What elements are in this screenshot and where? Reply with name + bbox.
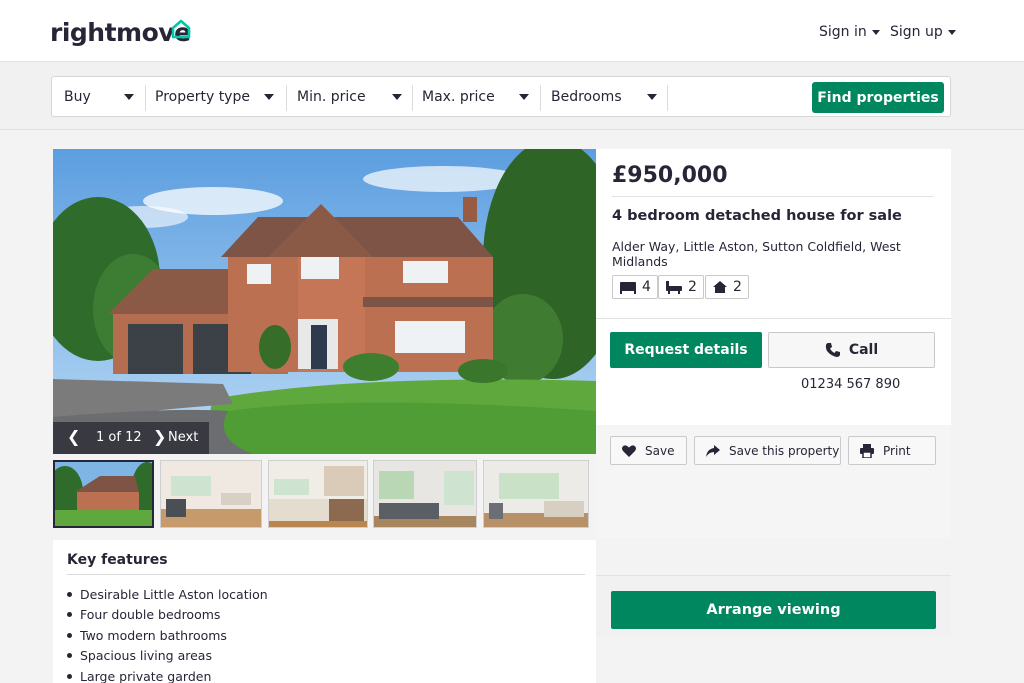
divider	[596, 318, 951, 319]
chevron-left-icon[interactable]: ❮	[67, 427, 80, 446]
phone-icon	[825, 343, 840, 357]
sign-up-label: Sign up	[890, 24, 943, 40]
thumbnail-kitchen[interactable]	[268, 460, 368, 528]
search-band: Buy Property type Min. price Max. price …	[0, 62, 1024, 130]
listing-title: 4 bedroom detached house for sale	[612, 208, 902, 224]
bath-icon	[666, 281, 682, 294]
divider	[67, 574, 585, 575]
filter-bedrooms[interactable]: Bedrooms	[539, 83, 667, 111]
receptions-count: 2	[705, 275, 749, 299]
save-label: Save	[645, 443, 675, 458]
sign-in-label: Sign in	[819, 24, 867, 40]
feature-item: Four double bedrooms	[67, 605, 268, 626]
filter-label: Property type	[155, 89, 250, 105]
sign-in-menu[interactable]: Sign in	[819, 24, 880, 40]
key-features-section: Key features Desirable Little Aston loca…	[53, 540, 596, 683]
bedrooms-value: 4	[642, 279, 651, 295]
share-arrow-icon	[706, 444, 720, 457]
chevron-down-icon	[947, 30, 956, 35]
thumbnail-exterior[interactable]	[53, 460, 154, 528]
house-illustration	[53, 149, 596, 454]
bed-icon	[620, 282, 636, 294]
divider	[612, 196, 934, 197]
print-button[interactable]: Print	[848, 436, 936, 465]
site-header: rightmove Sign in Sign up	[0, 0, 1024, 62]
next-link[interactable]: Next	[168, 430, 198, 445]
thumbnail-strip	[53, 460, 596, 528]
chevron-down-icon	[871, 30, 880, 35]
save-property-label: Save this property	[729, 443, 840, 458]
listing-summary-panel: £950,000 4 bedroom detached house for sa…	[596, 149, 951, 425]
filter-property-type[interactable]: Property type	[143, 83, 284, 111]
printer-icon	[860, 443, 874, 458]
call-button[interactable]: Call	[768, 332, 935, 368]
phone-number[interactable]: 01234 567 890	[801, 377, 900, 392]
arrange-viewing-button[interactable]: Arrange viewing	[611, 591, 936, 629]
chevron-down-icon	[124, 94, 134, 100]
chevron-down-icon	[519, 94, 529, 100]
save-property-button[interactable]: Save this property	[694, 436, 841, 465]
search-bar: Buy Property type Min. price Max. price …	[51, 76, 951, 117]
main-property-photo[interactable]: ❮ 1 of 12 ❯ Next	[53, 149, 596, 454]
request-details-button[interactable]: Request details	[610, 332, 762, 368]
receptions-value: 2	[733, 279, 742, 295]
thumbnail-living-room[interactable]	[160, 460, 262, 528]
home-icon	[713, 281, 727, 293]
filter-label: Min. price	[297, 89, 366, 105]
filter-min-price[interactable]: Min. price	[285, 83, 412, 111]
call-label: Call	[848, 342, 879, 358]
key-features-heading: Key features	[67, 552, 168, 568]
logo-house-icon	[171, 19, 191, 39]
filter-max-price[interactable]: Max. price	[410, 83, 539, 111]
bedrooms-count: 4	[612, 275, 658, 299]
gallery-navigation: ❮ 1 of 12 ❯ Next	[53, 422, 209, 454]
filter-label: Bedrooms	[551, 89, 622, 105]
chevron-down-icon	[392, 94, 402, 100]
arrange-viewing-panel: Arrange viewing	[596, 575, 951, 637]
chevron-down-icon	[264, 94, 274, 100]
divider	[667, 85, 668, 111]
filter-buy[interactable]: Buy	[52, 83, 144, 111]
gallery-counter: 1 of 12	[96, 430, 142, 445]
feature-item: Large private garden	[67, 666, 268, 683]
heart-icon	[622, 444, 636, 457]
listing-address: Alder Way, Little Aston, Sutton Coldfiel…	[612, 239, 901, 269]
listing-actions: Save Save this property Print	[596, 425, 951, 538]
thumbnail-lounge[interactable]	[373, 460, 477, 528]
key-features-list: Desirable Little Aston location Four dou…	[67, 584, 268, 683]
find-properties-button[interactable]: Find properties	[812, 82, 944, 113]
rightmove-logo[interactable]: rightmove	[50, 18, 191, 47]
feature-item: Spacious living areas	[67, 646, 268, 667]
listing-price: £950,000	[612, 163, 728, 188]
filter-label: Max. price	[422, 89, 495, 105]
chevron-down-icon	[647, 94, 657, 100]
filter-label: Buy	[64, 89, 91, 105]
feature-item: Two modern bathrooms	[67, 625, 268, 646]
bathrooms-value: 2	[688, 279, 697, 295]
feature-item: Desirable Little Aston location	[67, 584, 268, 605]
print-label: Print	[883, 443, 911, 458]
sign-up-menu[interactable]: Sign up	[890, 24, 956, 40]
chevron-right-icon[interactable]: ❯	[153, 427, 166, 446]
bathrooms-count: 2	[658, 275, 704, 299]
save-button[interactable]: Save	[610, 436, 687, 465]
thumbnail-dining[interactable]	[483, 460, 589, 528]
